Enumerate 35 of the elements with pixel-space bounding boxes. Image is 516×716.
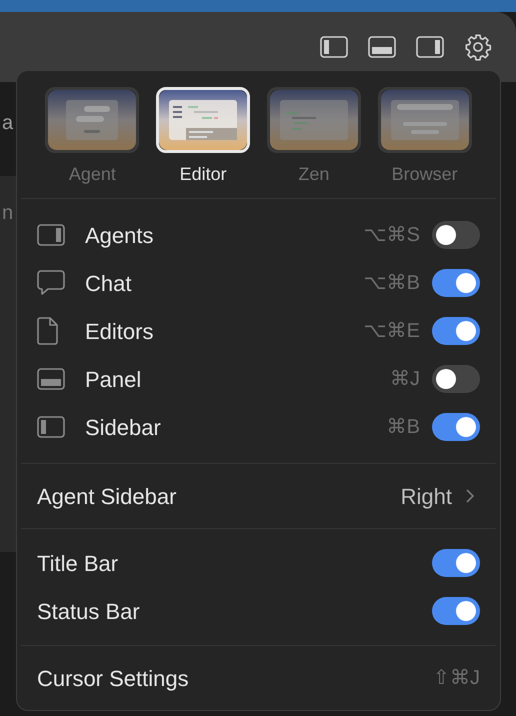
toggle-switch[interactable] [432,597,480,625]
sidebar-left-icon[interactable] [320,36,348,58]
background-text: n [2,201,14,226]
sidebar-right-icon[interactable] [416,36,444,58]
shortcut-text: ⇧⌘J [433,666,480,691]
panel-icon[interactable] [368,36,396,58]
toggle-switch[interactable] [432,317,480,345]
toggle-switch[interactable] [432,269,480,297]
toggle-switch[interactable] [432,549,480,577]
background-text: a [2,111,14,136]
shortcut-text: ⌥⌘B [364,271,420,296]
menu-item-label: Sidebar [85,414,162,442]
toggle-switch[interactable] [432,221,480,249]
file-icon [37,317,59,345]
shortcut-text: ⌥⌘E [364,319,420,344]
sidebar-right-icon [37,224,65,246]
sidebar-left-icon [37,416,65,438]
chat-icon [37,270,65,296]
chevron-right-icon [466,489,474,503]
shortcut-text: ⌘B [386,415,420,440]
shortcut-text: ⌥⌘S [364,223,420,248]
menu-item-label: Title Bar [37,550,120,578]
panel-icon [37,368,65,390]
menu-item-label[interactable]: Cursor Settings [37,662,433,694]
menu-item-label: Editors [85,318,154,346]
menu-item-label: Status Bar [37,598,141,626]
toggle-switch[interactable] [432,413,480,441]
toggle-switch[interactable] [432,365,480,393]
shortcut-text: ⌘J [390,367,420,392]
menu-item-label: Chat [85,270,132,298]
menu-item-label: Agents [85,222,154,250]
menu-item-label: Panel [85,366,142,394]
value-text: Right [400,482,452,511]
menu-item-label: Agent Sidebar [37,482,178,511]
settings-icon[interactable] [464,33,492,61]
